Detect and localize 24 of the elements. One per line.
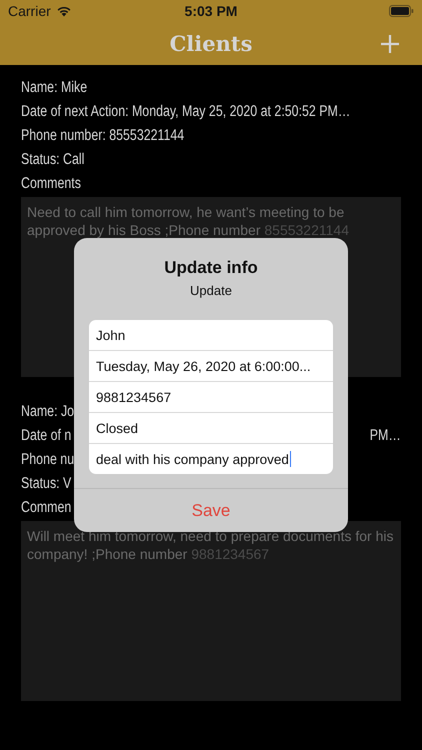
wifi-icon xyxy=(56,5,72,17)
text-field[interactable]: 9881234567 xyxy=(89,381,333,412)
client-info-text: Name: Mike xyxy=(21,79,88,97)
client-info-text: Name: Jo xyxy=(21,403,74,421)
dialog-title: Update info xyxy=(163,258,259,278)
carrier-label: Carrier xyxy=(8,3,51,19)
client-info-text: Comments xyxy=(21,175,81,193)
clock-time: 5:03 PM xyxy=(184,3,238,19)
client-info-text: PM… xyxy=(370,427,401,445)
screen-title: Clients xyxy=(170,31,252,56)
text-field[interactable]: John xyxy=(89,320,333,350)
client-info-text: Status: V xyxy=(21,475,72,493)
client-info-text: Date of n xyxy=(21,427,72,445)
battery-icon xyxy=(389,5,414,17)
text-field[interactable]: deal with his company approved xyxy=(89,443,333,474)
client-info-text: Phone number: 85553221144 xyxy=(21,127,184,145)
client-info-text: Commen xyxy=(21,499,72,517)
client-info-text: Status: Call xyxy=(21,151,84,169)
client-info-text: Date of next Action: Monday, May 25, 2020 at 2:50:52 PM… xyxy=(21,103,350,121)
text-field[interactable]: Closed xyxy=(89,412,333,443)
text-field[interactable]: Tuesday, May 26, 2020 at 6:00:00... xyxy=(89,350,333,381)
add-icon[interactable] xyxy=(380,34,400,54)
client-info-text: Phone nu xyxy=(21,451,74,469)
dialog-message: Update xyxy=(189,283,233,298)
